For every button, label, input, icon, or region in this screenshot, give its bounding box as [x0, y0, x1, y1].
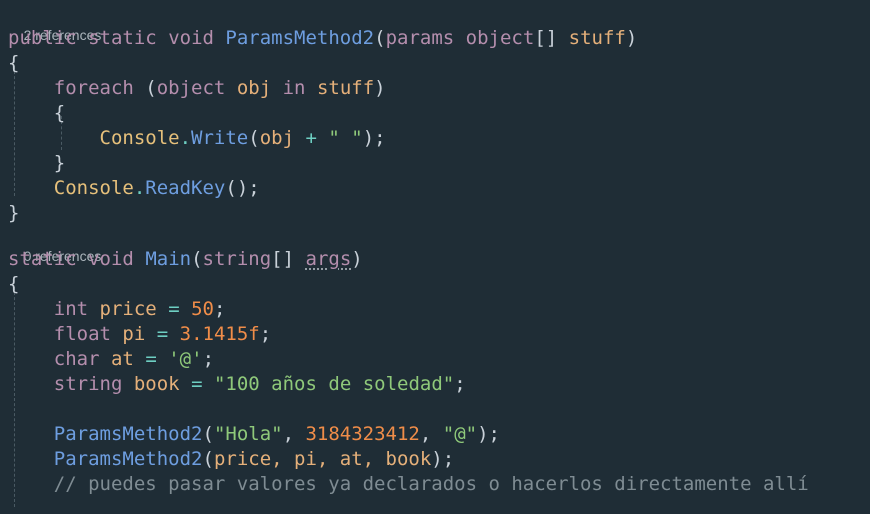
- code-line-16[interactable]: ParamsMethod2(price, pi, at, book);: [8, 447, 454, 472]
- semicolon: ;: [202, 348, 215, 370]
- method-call-params[interactable]: ParamsMethod2: [54, 448, 203, 470]
- code-editor[interactable]: 2 references public static void ParamsMe…: [0, 0, 870, 514]
- method-call-params[interactable]: ParamsMethod2: [54, 423, 203, 445]
- punctuation: (: [202, 423, 214, 445]
- close-brace: }: [53, 152, 66, 174]
- keyword-foreach: foreach: [53, 77, 134, 99]
- code-comment: // puedes pasar valores ya declarados o …: [53, 473, 809, 495]
- punctuation: (: [133, 77, 157, 99]
- code-line-2[interactable]: {: [8, 51, 19, 76]
- keyword-public: public: [8, 27, 77, 49]
- punctuation: ();: [225, 177, 260, 199]
- keyword-string: string: [202, 248, 272, 270]
- variable-stuff[interactable]: stuff: [317, 77, 374, 99]
- dot-operator: .: [179, 127, 192, 149]
- code-line-8[interactable]: }: [8, 201, 19, 226]
- class-console[interactable]: Console: [54, 177, 134, 199]
- punctuation: (: [191, 248, 203, 270]
- keyword-void: void: [88, 248, 134, 270]
- open-brace: {: [53, 102, 66, 124]
- keyword-object: object: [156, 77, 226, 99]
- parameter-args[interactable]: args: [306, 248, 352, 270]
- number-literal: 3184323412: [305, 423, 420, 445]
- open-brace: {: [8, 273, 20, 295]
- keyword-char: char: [53, 348, 100, 370]
- comma: ,: [419, 423, 443, 445]
- string-literal: " ": [328, 127, 363, 149]
- number-literal: 50: [191, 298, 214, 320]
- code-line-10[interactable]: {: [8, 272, 19, 297]
- char-literal: '@': [168, 348, 203, 370]
- method-name[interactable]: Main: [145, 248, 191, 270]
- variable-book[interactable]: book: [134, 373, 180, 395]
- codelens-references[interactable]: 0 references: [8, 229, 102, 264]
- keyword-void: void: [168, 27, 214, 49]
- keyword-params: params: [385, 27, 455, 49]
- open-brace: {: [8, 52, 20, 74]
- keyword-static: static: [8, 248, 77, 270]
- code-line-4[interactable]: {: [8, 101, 65, 126]
- assign-operator: =: [145, 348, 157, 370]
- variable-obj[interactable]: obj: [237, 77, 271, 99]
- class-console[interactable]: Console: [100, 127, 180, 149]
- call-arguments[interactable]: price, pi, at, book: [214, 448, 431, 470]
- semicolon: ;: [259, 323, 272, 345]
- string-literal: "Hola": [213, 423, 283, 445]
- variable-obj[interactable]: obj: [260, 127, 294, 149]
- plus-operator: +: [305, 127, 317, 149]
- code-line-13[interactable]: char at = '@';: [8, 347, 214, 372]
- punctuation: ): [374, 77, 386, 99]
- assign-operator: =: [156, 323, 169, 345]
- method-readkey[interactable]: ReadKey: [145, 177, 225, 199]
- code-line-15[interactable]: ParamsMethod2("Hola", 3184323412, "@");: [8, 422, 500, 447]
- punctuation: []: [534, 27, 558, 49]
- code-line-7[interactable]: Console.ReadKey();: [8, 176, 260, 201]
- keyword-in: in: [282, 77, 306, 99]
- punctuation: ): [625, 27, 638, 49]
- punctuation: (: [248, 127, 260, 149]
- method-name[interactable]: ParamsMethod2: [225, 27, 374, 49]
- punctuation: ): [351, 248, 363, 270]
- code-line-6[interactable]: }: [8, 151, 65, 176]
- string-literal: "100 años de soledad": [213, 373, 455, 395]
- close-brace: }: [8, 202, 20, 224]
- string-literal: "@": [442, 423, 478, 445]
- comma: ,: [282, 423, 306, 445]
- codelens-references[interactable]: 2 references: [8, 8, 102, 43]
- punctuation: (: [374, 27, 386, 49]
- code-line-9[interactable]: static void Main(string[] args): [8, 247, 363, 272]
- assign-operator: =: [168, 298, 180, 320]
- code-line-11[interactable]: int price = 50;: [8, 297, 226, 322]
- assign-operator: =: [191, 373, 203, 395]
- code-line-12[interactable]: float pi = 3.1415f;: [8, 322, 271, 347]
- variable-at[interactable]: at: [111, 348, 134, 370]
- keyword-string: string: [53, 373, 123, 395]
- number-literal: 3.1415f: [179, 323, 260, 345]
- variable-price[interactable]: price: [100, 298, 157, 320]
- punctuation: );: [431, 448, 455, 470]
- semicolon: ;: [454, 373, 466, 395]
- keyword-object: object: [465, 27, 535, 49]
- code-line-1[interactable]: public static void ParamsMethod2(params …: [8, 26, 637, 51]
- code-line-17[interactable]: // puedes pasar valores ya declarados o …: [8, 472, 809, 497]
- punctuation: []: [271, 248, 295, 270]
- parameter-name[interactable]: stuff: [569, 27, 626, 49]
- dot-operator: .: [133, 177, 146, 199]
- keyword-float: float: [53, 323, 111, 345]
- keyword-static: static: [88, 27, 157, 49]
- punctuation: (: [202, 448, 214, 470]
- punctuation: );: [477, 423, 500, 445]
- code-line-3[interactable]: foreach (object obj in stuff): [8, 76, 386, 101]
- semicolon: ;: [214, 298, 226, 320]
- variable-pi[interactable]: pi: [122, 323, 145, 345]
- keyword-int: int: [53, 298, 89, 320]
- code-line-14[interactable]: string book = "100 años de soledad";: [8, 372, 466, 397]
- punctuation: );: [362, 127, 386, 149]
- method-write[interactable]: Write: [191, 127, 248, 149]
- code-line-5[interactable]: Console.Write(obj + " ");: [8, 126, 386, 151]
